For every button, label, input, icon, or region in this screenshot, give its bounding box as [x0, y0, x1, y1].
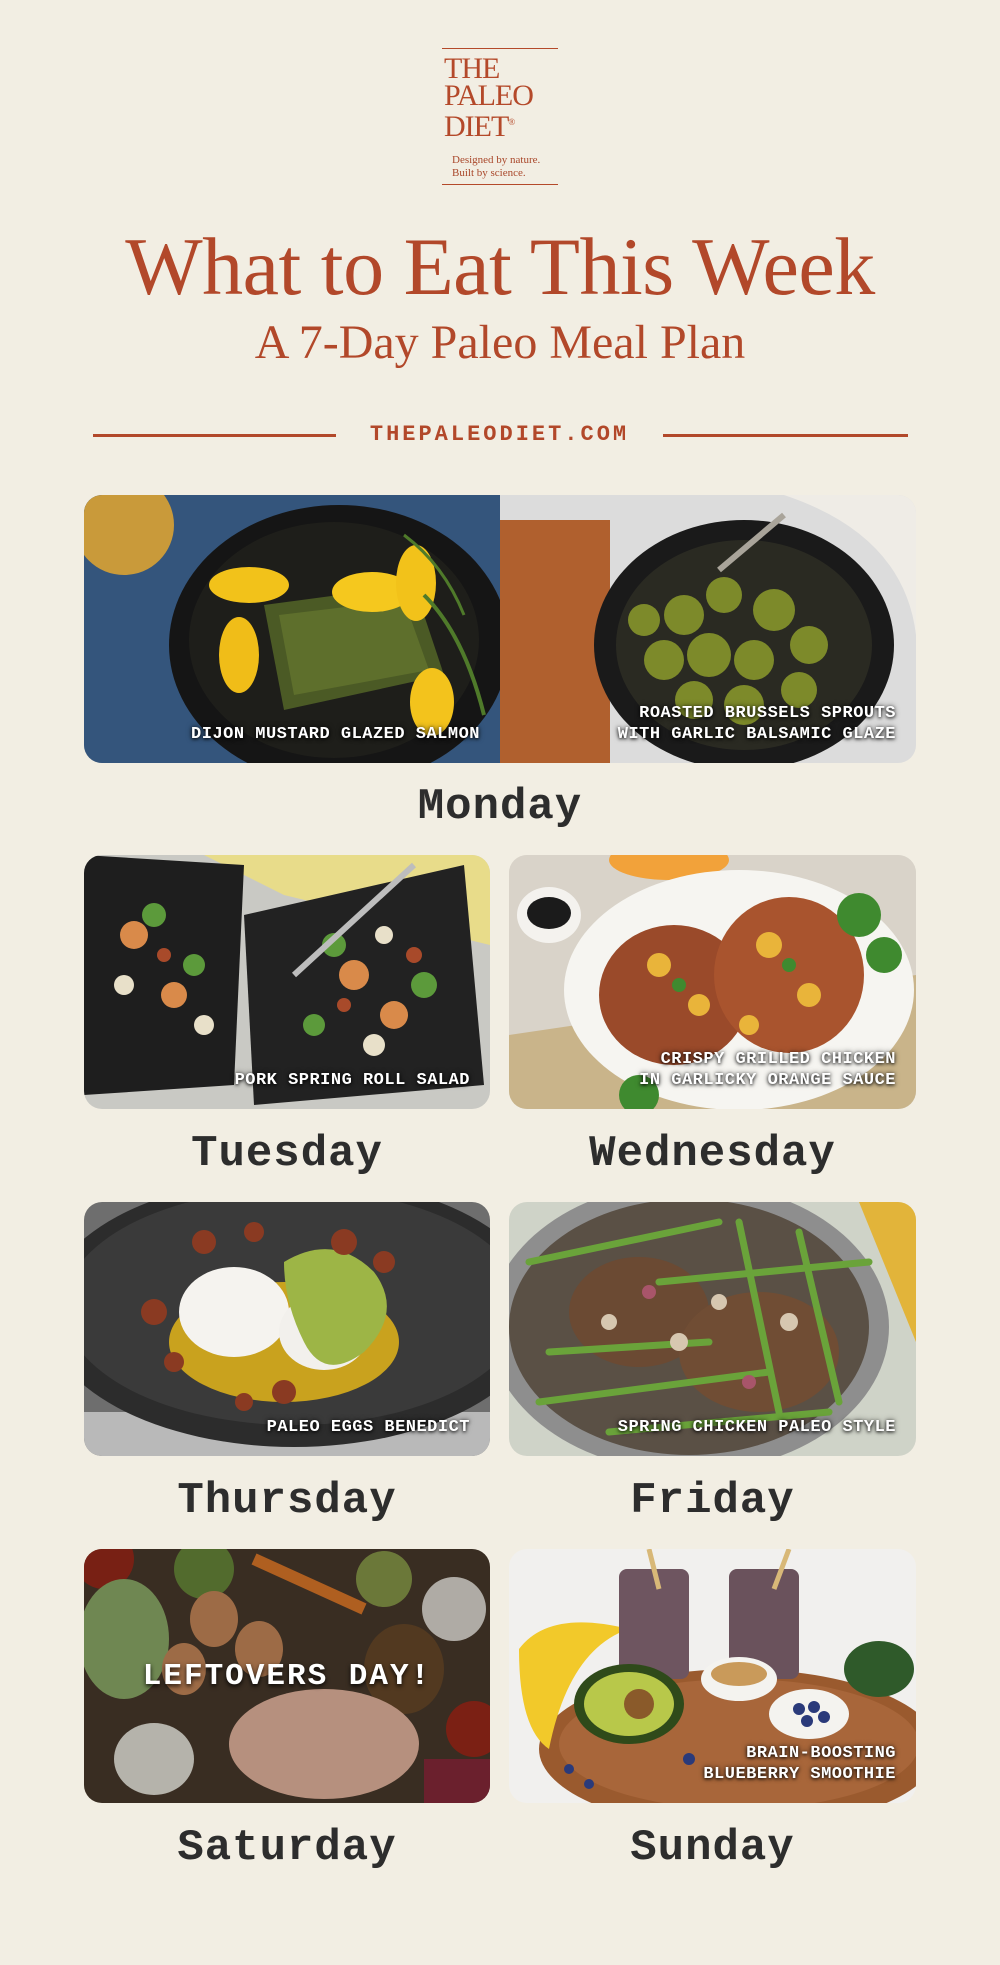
- day-label-saturday: Saturday: [177, 1823, 397, 1873]
- wednesday-meal-card[interactable]: CRISPY GRILLED CHICKEN IN GARLICKY ORANG…: [509, 855, 916, 1109]
- saturday-caption: LEFTOVERS DAY!: [142, 1658, 432, 1694]
- day-label-thursday: Thursday: [177, 1476, 397, 1526]
- monday-meal-card[interactable]: DIJON MUSTARD GLAZED SALMON ROASTED BRUS…: [84, 495, 916, 763]
- sunday-meal-card[interactable]: BRAIN-BOOSTING BLUEBERRY SMOOTHIE: [509, 1549, 916, 1803]
- logo-tagline-1: Designed by nature.: [452, 154, 541, 166]
- friday-meal-caption: SPRING CHICKEN PALEO STYLE: [617, 1418, 896, 1437]
- website-link[interactable]: THEPALEODIET.COM: [336, 418, 663, 452]
- page-title: What to Eat This Week: [125, 221, 875, 312]
- page-subtitle: A 7-Day Paleo Meal Plan: [254, 316, 746, 369]
- logo-line-the: THE: [444, 52, 500, 85]
- wednesday-meal-caption: CRISPY GRILLED CHICKEN IN GARLICKY ORANG…: [639, 1050, 896, 1090]
- sunday-meal-caption: BRAIN-BOOSTING BLUEBERRY SMOOTHIE: [703, 1744, 896, 1784]
- monday-meal-2-caption: ROASTED BRUSSELS SPROUTS WITH GARLIC BAL…: [617, 704, 896, 744]
- saturday-card[interactable]: LEFTOVERS DAY!: [84, 1549, 490, 1803]
- tuesday-meal-caption: PORK SPRING ROLL SALAD: [234, 1071, 470, 1090]
- thursday-meal-caption: PALEO EGGS BENEDICT: [266, 1418, 470, 1437]
- logo-line-paleo: PALEO: [444, 79, 534, 112]
- paleo-diet-logo: THE PALEO DIET® Designed by nature. Buil…: [0, 48, 1000, 185]
- monday-meal-1-caption: DIJON MUSTARD GLAZED SALMON: [191, 725, 480, 744]
- logo-tagline-2: Built by science.: [452, 167, 526, 179]
- day-label-monday: Monday: [417, 782, 583, 832]
- day-label-tuesday: Tuesday: [191, 1129, 383, 1179]
- logo-registered-mark: ®: [508, 117, 515, 127]
- logo-line-diet: DIET: [444, 110, 509, 143]
- divider-right: [663, 434, 908, 437]
- thursday-meal-card[interactable]: PALEO EGGS BENEDICT: [84, 1202, 490, 1456]
- tuesday-meal-card[interactable]: PORK SPRING ROLL SALAD: [84, 855, 490, 1109]
- divider-left: [93, 434, 336, 437]
- day-label-wednesday: Wednesday: [589, 1129, 836, 1179]
- day-label-friday: Friday: [630, 1476, 795, 1526]
- friday-meal-card[interactable]: SPRING CHICKEN PALEO STYLE: [509, 1202, 916, 1456]
- day-label-sunday: Sunday: [630, 1823, 795, 1873]
